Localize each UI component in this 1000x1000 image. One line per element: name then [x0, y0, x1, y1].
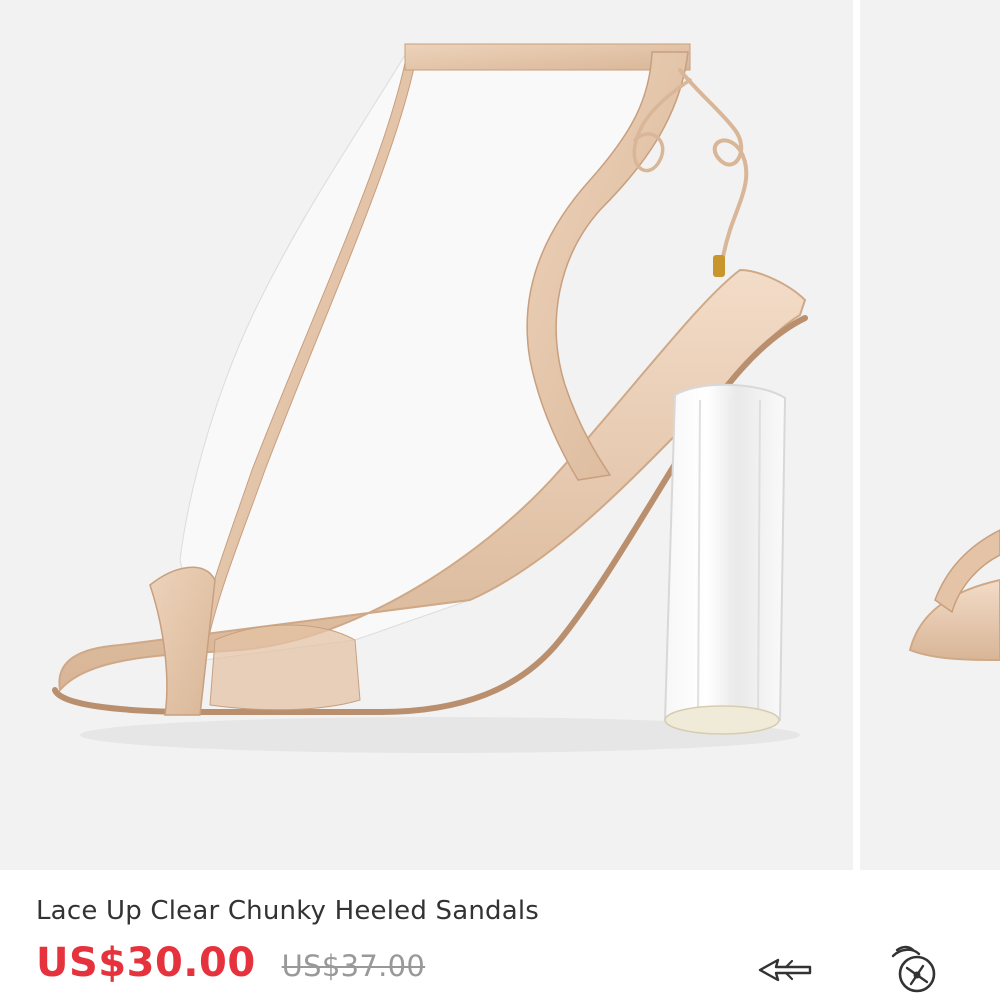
- product-image-next[interactable]: [860, 0, 1000, 870]
- product-screen: Lace Up Clear Chunky Heeled Sandals US$3…: [0, 0, 1000, 1000]
- favorite-icon: [891, 945, 936, 993]
- image-carousel[interactable]: [0, 0, 1000, 870]
- current-price: US$30.00: [36, 940, 256, 986]
- product-title: Lace Up Clear Chunky Heeled Sandals: [36, 896, 540, 926]
- product-image-main[interactable]: [0, 0, 853, 870]
- sandal-illustration: [0, 0, 853, 870]
- share-icon: [758, 958, 812, 982]
- share-button[interactable]: [756, 940, 816, 1000]
- price-row: US$30.00 US$37.00: [36, 940, 425, 988]
- product-info: Lace Up Clear Chunky Heeled Sandals US$3…: [0, 870, 1000, 1000]
- favorite-button[interactable]: [885, 940, 945, 1000]
- original-price: US$37.00: [281, 949, 426, 983]
- sandal-illustration-partial: [860, 0, 1000, 870]
